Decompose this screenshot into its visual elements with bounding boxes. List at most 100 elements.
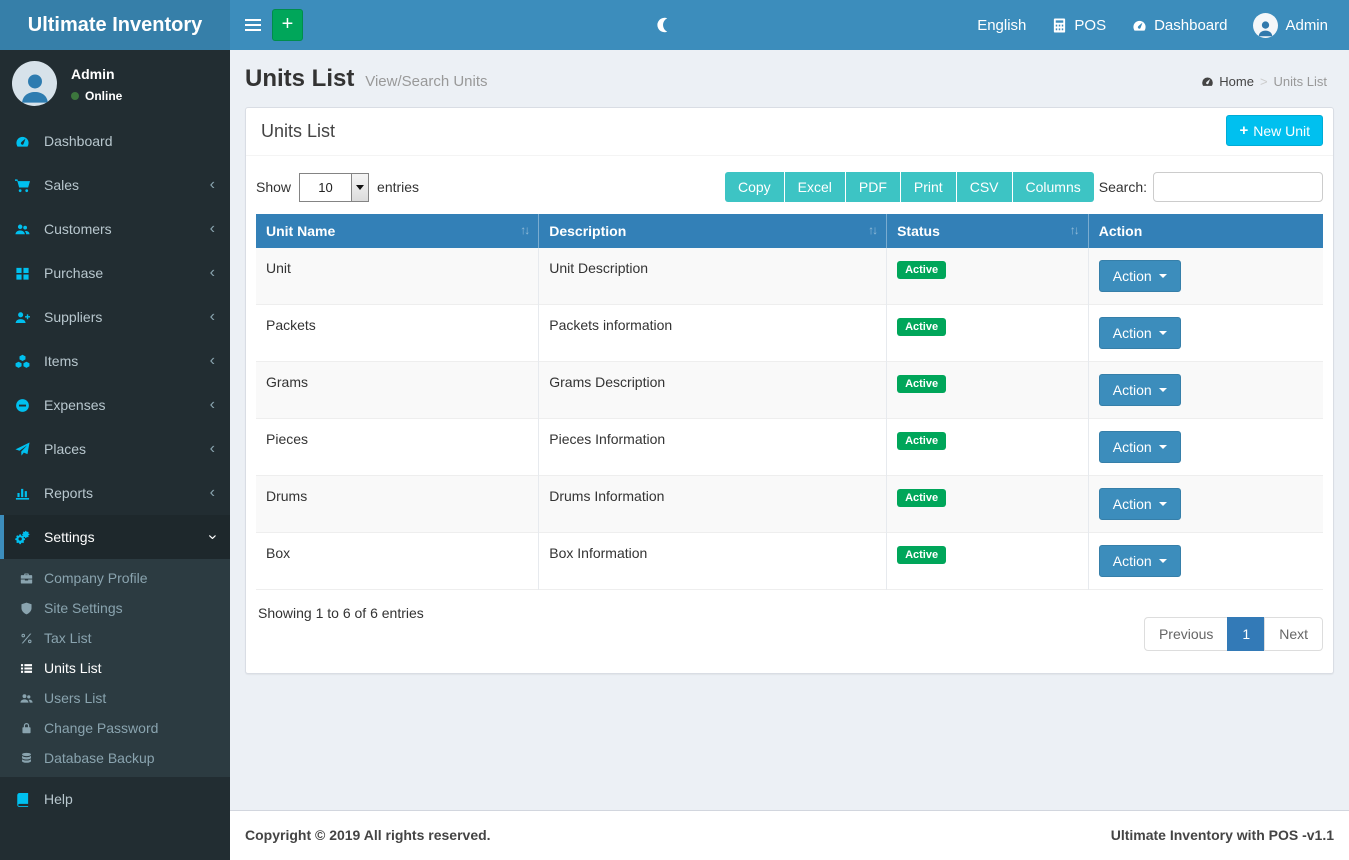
- caret-down-icon: [1159, 502, 1167, 506]
- export-pdf-button[interactable]: PDF: [846, 172, 901, 202]
- lock-icon: [20, 722, 44, 735]
- nav-pos[interactable]: POS: [1039, 0, 1119, 50]
- sidebar-item-reports[interactable]: Reports‹: [0, 471, 230, 515]
- status-badge: Active: [897, 318, 946, 336]
- pagination-page-1[interactable]: 1: [1227, 617, 1265, 651]
- sidebar-subitem-units-list[interactable]: Units List: [0, 653, 230, 683]
- new-unit-button[interactable]: + New Unit: [1226, 115, 1323, 146]
- export-csv-button[interactable]: CSV: [957, 172, 1013, 202]
- cart-icon: [15, 178, 39, 193]
- content-header: Units List View/Search Units Home > Unit…: [230, 50, 1349, 93]
- sidebar-subitem-company-profile[interactable]: Company Profile: [0, 563, 230, 593]
- plus-icon: +: [1239, 122, 1248, 139]
- sidebar-item-help[interactable]: Help: [0, 777, 230, 821]
- chevron-left-icon: ‹: [210, 265, 215, 281]
- sidebar-subitem-change-password[interactable]: Change Password: [0, 713, 230, 743]
- percent-icon: [20, 632, 44, 645]
- column-header-status[interactable]: ↑↓Status: [887, 214, 1089, 248]
- table-footer: Showing 1 to 6 of 6 entries Previous1Nex…: [256, 605, 1323, 663]
- export-print-button[interactable]: Print: [901, 172, 957, 202]
- table-row: PiecesPieces InformationActiveAction: [256, 419, 1323, 476]
- top-navbar: + English POS Dashboard: [230, 0, 1349, 50]
- sort-icon: ↑↓: [868, 223, 876, 237]
- sidebar: Admin Online DashboardSales‹Customers‹Pu…: [0, 50, 230, 860]
- sidebar-item-dashboard[interactable]: Dashboard: [0, 119, 230, 163]
- action-dropdown-button[interactable]: Action: [1099, 317, 1181, 349]
- unit-name-cell: Unit: [256, 248, 539, 305]
- sidebar-subitem-database-backup[interactable]: Database Backup: [0, 743, 230, 773]
- status-cell: Active: [887, 419, 1089, 476]
- table-row: UnitUnit DescriptionActiveAction: [256, 248, 1323, 305]
- export-copy-button[interactable]: Copy: [725, 172, 785, 202]
- sidebar-user-status[interactable]: Online: [71, 89, 122, 103]
- breadcrumb: Home > Units List: [1201, 74, 1327, 89]
- status-cell: Active: [887, 476, 1089, 533]
- status-cell: Active: [887, 533, 1089, 590]
- sidebar-subitem-site-settings[interactable]: Site Settings: [0, 593, 230, 623]
- app-logo[interactable]: Ultimate Inventory: [0, 0, 230, 50]
- sidebar-item-settings[interactable]: Settings‹: [0, 515, 230, 559]
- quick-add-button[interactable]: +: [272, 9, 303, 41]
- action-dropdown-button[interactable]: Action: [1099, 260, 1181, 292]
- sidebar-item-expenses[interactable]: Expenses‹: [0, 383, 230, 427]
- status-badge: Active: [897, 489, 946, 507]
- sidebar-item-customers[interactable]: Customers‹: [0, 207, 230, 251]
- panel-header: Units List + New Unit: [246, 108, 1333, 156]
- user-plus-icon: [15, 310, 39, 325]
- search-input[interactable]: [1153, 172, 1323, 202]
- sidebar-subitem-tax-list[interactable]: Tax List: [0, 623, 230, 653]
- sidebar-item-sales[interactable]: Sales‹: [0, 163, 230, 207]
- pagination-next[interactable]: Next: [1264, 617, 1323, 651]
- version-text: Ultimate Inventory with POS -v1.1: [1111, 827, 1334, 844]
- sidebar-menu: DashboardSales‹Customers‹Purchase‹Suppli…: [0, 119, 230, 821]
- units-table-body: UnitUnit DescriptionActiveActionPacketsP…: [256, 248, 1323, 590]
- column-header-description[interactable]: ↑↓Description: [539, 214, 887, 248]
- nav-dashboard[interactable]: Dashboard: [1119, 0, 1240, 50]
- caret-down-icon: [1159, 331, 1167, 335]
- page-length-select[interactable]: 10: [299, 173, 369, 202]
- briefcase-icon: [20, 572, 44, 585]
- entries-summary: Showing 1 to 6 of 6 entries: [256, 605, 424, 621]
- export-button-group: CopyExcelPDFPrintCSVColumns: [725, 172, 1094, 202]
- action-dropdown-button[interactable]: Action: [1099, 374, 1181, 406]
- units-table-head: ↑↓Unit Name↑↓Description↑↓StatusAction: [256, 214, 1323, 248]
- sidebar-subitem-users-list[interactable]: Users List: [0, 683, 230, 713]
- sidebar-item-items[interactable]: Items‹: [0, 339, 230, 383]
- chevron-left-icon: ‹: [210, 485, 215, 501]
- moon-icon[interactable]: [656, 17, 672, 33]
- navbar-right: English POS Dashboard Admin: [964, 0, 1341, 50]
- export-excel-button[interactable]: Excel: [785, 172, 846, 202]
- action-cell: Action: [1088, 248, 1323, 305]
- action-cell: Action: [1088, 419, 1323, 476]
- nav-language[interactable]: English: [964, 0, 1039, 50]
- chevron-left-icon: ‹: [210, 309, 215, 325]
- chevron-left-icon: ‹: [210, 353, 215, 369]
- cubes-icon: [15, 354, 39, 369]
- minus-circle-icon: [15, 398, 39, 413]
- chevron-left-icon: ‹: [210, 441, 215, 457]
- breadcrumb-home[interactable]: Home: [1201, 74, 1254, 89]
- nav-user[interactable]: Admin: [1240, 0, 1341, 50]
- list-icon: [20, 662, 44, 675]
- action-dropdown-button[interactable]: Action: [1099, 488, 1181, 520]
- pagination-previous[interactable]: Previous: [1144, 617, 1228, 651]
- status-cell: Active: [887, 248, 1089, 305]
- description-cell: Box Information: [539, 533, 887, 590]
- settings-submenu: Company ProfileSite SettingsTax ListUnit…: [0, 559, 230, 777]
- action-dropdown-button[interactable]: Action: [1099, 431, 1181, 463]
- sidebar-item-suppliers[interactable]: Suppliers‹: [0, 295, 230, 339]
- sidebar-item-places[interactable]: Places‹: [0, 427, 230, 471]
- gears-icon: [15, 530, 39, 545]
- copyright-text: Copyright © 2019 All rights reserved.: [245, 827, 491, 844]
- column-header-unit-name[interactable]: ↑↓Unit Name: [256, 214, 539, 248]
- export-columns-button[interactable]: Columns: [1013, 172, 1094, 202]
- user-avatar-icon: [1253, 13, 1278, 38]
- status-cell: Active: [887, 305, 1089, 362]
- hamburger-icon[interactable]: [230, 0, 275, 50]
- unit-name-cell: Packets: [256, 305, 539, 362]
- status-badge: Active: [897, 546, 946, 564]
- action-dropdown-button[interactable]: Action: [1099, 545, 1181, 577]
- tachometer-icon: [1132, 18, 1147, 33]
- database-icon: [20, 752, 44, 765]
- sidebar-item-purchase[interactable]: Purchase‹: [0, 251, 230, 295]
